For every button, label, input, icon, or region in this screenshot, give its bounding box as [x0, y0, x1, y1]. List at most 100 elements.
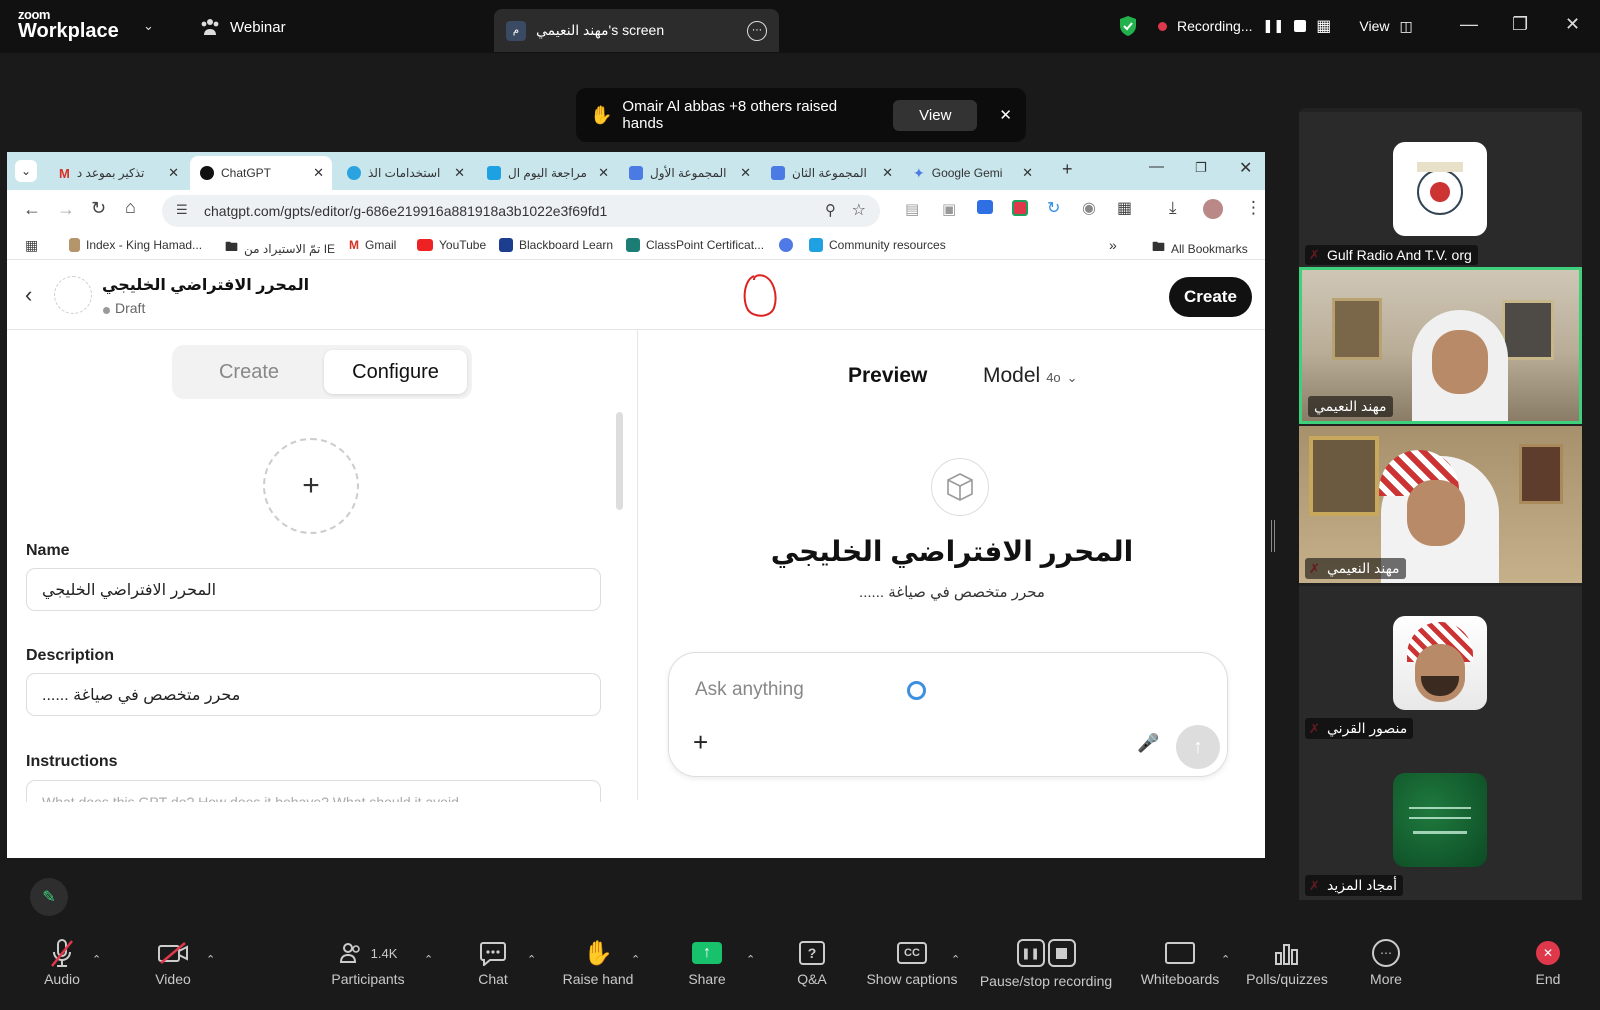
screen-share-tab[interactable]: م مهند النعيمي's screen ⋯	[494, 9, 779, 52]
audio-button[interactable]: Audio	[38, 935, 86, 987]
tab-create[interactable]: Create	[178, 350, 320, 394]
record-extension-icon[interactable]	[1012, 200, 1028, 216]
more-options-icon[interactable]: ⋯	[747, 20, 767, 41]
ask-input[interactable]: Ask anything	[695, 679, 804, 701]
back-chevron-icon[interactable]: ‹	[25, 282, 32, 308]
browser-tab[interactable]: استخدامات الذ ✕	[337, 156, 473, 190]
bookmark-item[interactable]: Community resources	[809, 238, 946, 252]
chat-composer[interactable]: Ask anything + 🎤 ↑	[668, 652, 1228, 777]
restore-icon[interactable]: ❐	[1512, 14, 1528, 35]
chevron-up-icon[interactable]: ⌃	[92, 953, 101, 966]
stop-icon[interactable]	[1294, 20, 1307, 32]
all-bookmarks[interactable]: 🖿 All Bookmarks	[1152, 238, 1248, 260]
pause-icon[interactable]: ❚❚	[1262, 18, 1284, 34]
add-image-button[interactable]: +	[263, 438, 359, 534]
model-selector[interactable]: Model 4o ⌄	[983, 364, 1078, 388]
browser-tab[interactable]: المجموعة الأول ✕	[619, 156, 759, 190]
new-tab-icon[interactable]: +	[1062, 159, 1073, 180]
profile-avatar[interactable]	[1203, 199, 1223, 219]
participant-tile[interactable]: ✗ Gulf Radio And T.V. org	[1299, 112, 1582, 269]
chevron-up-icon[interactable]: ⌃	[1221, 953, 1230, 966]
close-tab-icon[interactable]: ✕	[598, 165, 609, 181]
chat-button[interactable]: Chat	[470, 935, 516, 987]
tab-search-icon[interactable]: ⌄	[15, 160, 37, 182]
participants-button[interactable]: 1.4K Participants	[320, 935, 416, 987]
view-raised-hands-button[interactable]: View	[893, 99, 978, 131]
create-button[interactable]: Create	[1169, 277, 1252, 317]
add-attachment-icon[interactable]: +	[693, 727, 708, 758]
close-icon[interactable]: ✕	[1239, 158, 1252, 178]
microphone-icon[interactable]: 🎤	[1137, 733, 1159, 754]
forward-icon[interactable]: →	[57, 199, 75, 220]
minimize-icon[interactable]: —	[1149, 158, 1164, 175]
description-field[interactable]: محرر متخصص في صياغة ......	[26, 673, 601, 716]
browser-tab-active[interactable]: ChatGPT ✕	[190, 156, 332, 190]
browser-tab[interactable]: مراجعة اليوم ال ✕	[477, 156, 617, 190]
cast-extension-icon[interactable]	[977, 200, 993, 214]
show-captions-button[interactable]: CC Show captions	[864, 935, 960, 987]
chevron-up-icon[interactable]: ⌃	[951, 953, 960, 966]
annotate-pen-icon[interactable]: ✎	[30, 878, 68, 916]
view-menu[interactable]: View	[1359, 18, 1389, 34]
puzzle-icon[interactable]: ▦	[1117, 198, 1132, 218]
chevron-up-icon[interactable]: ⌃	[631, 953, 640, 966]
bookmark-item[interactable]: 🖿 تمّ الاستيراد من IE	[225, 238, 335, 260]
gpt-avatar-placeholder[interactable]	[54, 276, 92, 314]
camera-icon[interactable]: ▣	[942, 200, 956, 218]
url-bar[interactable]: ☰ chatgpt.com/gpts/editor/g-686e219916a8…	[162, 195, 880, 227]
share-button[interactable]: ↑ Share	[684, 935, 730, 987]
participant-tile[interactable]: ✗ مهند النعيمي	[1299, 426, 1582, 583]
video-button[interactable]: Video	[148, 935, 198, 987]
layout-icon[interactable]: ◫	[1400, 18, 1413, 35]
participant-tile[interactable]: ✗ منصور القرني	[1299, 586, 1582, 743]
sync-icon[interactable]: ↻	[1047, 198, 1060, 218]
home-icon[interactable]: ⌂	[125, 197, 136, 218]
scrollbar[interactable]	[616, 412, 623, 510]
chevron-up-icon[interactable]: ⌃	[424, 953, 433, 966]
participant-tile[interactable]: ✗ أمجاد المزيد	[1299, 743, 1582, 900]
bookmark-item[interactable]: Index - King Hamad...	[69, 238, 202, 252]
bookmark-item[interactable]: M Gmail	[349, 238, 396, 252]
chevron-up-icon[interactable]: ⌃	[746, 953, 755, 966]
send-button[interactable]: ↑	[1176, 725, 1220, 769]
close-tab-icon[interactable]: ✕	[740, 165, 751, 181]
close-tab-icon[interactable]: ✕	[313, 165, 324, 181]
bookmark-star-icon[interactable]: ☆	[852, 200, 866, 220]
close-tab-icon[interactable]: ✕	[1022, 165, 1033, 181]
bookmark-item[interactable]	[779, 238, 793, 252]
globe-icon[interactable]: ◉	[1082, 198, 1096, 218]
close-icon[interactable]: ✕	[999, 106, 1012, 124]
instructions-field[interactable]: What does this GPT do? How does it behav…	[26, 780, 601, 802]
raise-hand-button[interactable]: ✋ Raise hand	[560, 935, 636, 988]
browser-tab[interactable]: M تذكير بموعد د ✕	[49, 156, 187, 190]
chevron-down-icon[interactable]: ⌄	[143, 18, 154, 34]
pause-stop-recording-button[interactable]: ❚❚ Pause/stop recording	[978, 935, 1114, 989]
close-tab-icon[interactable]: ✕	[454, 165, 465, 181]
chevron-up-icon[interactable]: ⌃	[206, 953, 215, 966]
close-icon[interactable]: ✕	[1565, 14, 1580, 35]
back-icon[interactable]: ←	[23, 199, 41, 220]
qa-button[interactable]: ? Q&A	[794, 935, 830, 987]
webinar-menu[interactable]: Webinar	[200, 18, 286, 36]
restore-icon[interactable]: ❐	[1195, 160, 1207, 176]
close-tab-icon[interactable]: ✕	[168, 165, 179, 181]
zoom-icon[interactable]: ⚲	[825, 201, 836, 219]
minimize-icon[interactable]: —	[1460, 14, 1478, 35]
close-tab-icon[interactable]: ✕	[882, 165, 893, 181]
bookmark-item[interactable]: Blackboard Learn	[499, 238, 613, 252]
more-bookmarks-icon[interactable]: »	[1109, 237, 1117, 253]
grid-view-icon[interactable]: ▦	[1316, 16, 1331, 36]
apps-icon[interactable]: ▦	[25, 237, 38, 254]
panel-resize-handle[interactable]	[1271, 520, 1275, 552]
chevron-up-icon[interactable]: ⌃	[527, 953, 536, 966]
polls-quizzes-button[interactable]: Polls/quizzes	[1244, 935, 1330, 987]
tab-configure[interactable]: Configure	[324, 350, 467, 394]
name-field[interactable]: المحرر الافتراضي الخليجي	[26, 568, 601, 611]
browser-tab[interactable]: المجموعة الثان ✕	[761, 156, 901, 190]
more-button[interactable]: ⋯ More	[1366, 935, 1406, 987]
end-button[interactable]: ✕ End	[1530, 935, 1566, 987]
reload-icon[interactable]: ↻	[91, 198, 106, 219]
participant-tile-active-speaker[interactable]: مهند النعيمي	[1299, 267, 1582, 424]
whiteboards-button[interactable]: Whiteboards	[1138, 935, 1222, 987]
bookmark-item[interactable]: YouTube	[417, 238, 486, 252]
